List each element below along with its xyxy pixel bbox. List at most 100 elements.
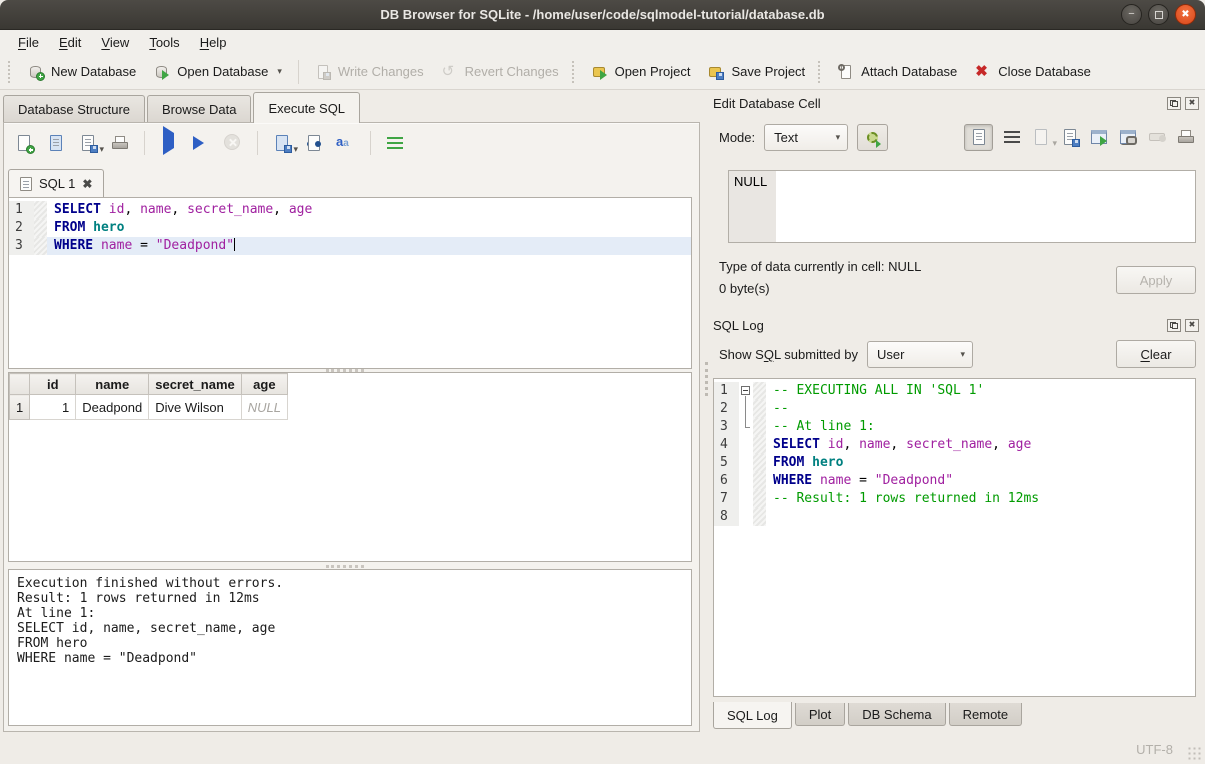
export-data-icon[interactable] (1060, 127, 1080, 147)
sql-file-icon (20, 177, 32, 191)
cell-editor[interactable]: NULL (728, 170, 1196, 243)
code-line[interactable]: 3-- At line 1: (714, 418, 1195, 436)
sql-editor[interactable]: 1SELECT id, name, secret_name, age2FROM … (8, 197, 692, 369)
vertical-splitter[interactable] (703, 90, 710, 734)
fold-margin (739, 490, 753, 508)
attach-database-button[interactable]: Attach Database (829, 59, 966, 85)
column-header-age[interactable]: age (241, 374, 287, 395)
link-cell-icon[interactable] (1118, 127, 1138, 147)
float-dock-icon[interactable] (1167, 97, 1181, 110)
code-line[interactable]: 2FROM hero (9, 219, 691, 237)
toolbar-separator (257, 131, 258, 155)
code-line[interactable]: 5FROM hero (714, 454, 1195, 472)
save-project-icon (708, 64, 724, 80)
open-external-icon[interactable] (1089, 127, 1109, 147)
close-database-button[interactable]: ✖ Close Database (966, 59, 1100, 85)
close-dock-icon[interactable]: ✖ (1185, 319, 1199, 332)
export-results-icon[interactable]: ▾ (272, 133, 292, 153)
close-dock-icon[interactable]: ✖ (1185, 97, 1199, 110)
panel-tab-db-schema[interactable]: DB Schema (848, 703, 945, 726)
menu-edit[interactable]: Edit (49, 32, 91, 53)
word-wrap-icon[interactable] (385, 133, 405, 153)
revert-changes-button[interactable]: ↺ Revert Changes (433, 59, 568, 85)
menu-view[interactable]: View (91, 32, 139, 53)
column-header-secret-name[interactable]: secret_name (149, 374, 242, 395)
new-sql-tab-icon[interactable] (14, 133, 34, 153)
code-line[interactable]: 1SELECT id, name, secret_name, age (9, 201, 691, 219)
panel-tab-remote[interactable]: Remote (949, 703, 1023, 726)
execute-all-icon[interactable] (159, 133, 179, 153)
save-sql-file-icon[interactable]: ▾ (78, 133, 98, 153)
editor-margin (753, 454, 766, 472)
filter-label: Show SQL submitted by (719, 347, 858, 362)
line-number: 2 (714, 400, 739, 418)
open-database-button[interactable]: Open Database ▾ (145, 59, 291, 85)
code-line[interactable]: 4SELECT id, name, secret_name, age (714, 436, 1195, 454)
editor-margin (753, 472, 766, 490)
toolbar-grip[interactable] (818, 61, 823, 83)
menu-help[interactable]: Help (190, 32, 237, 53)
apply-button[interactable]: Apply (1116, 266, 1196, 294)
cell-mode-row: Mode: Text ▾ ▾ (719, 123, 1196, 151)
float-dock-icon[interactable] (1167, 319, 1181, 332)
auto-switch-mode-button[interactable] (857, 124, 888, 151)
tab-browse-data[interactable]: Browse Data (147, 95, 251, 122)
sql-log-view[interactable]: 1-- EXECUTING ALL IN 'SQL 1'2--3-- At li… (713, 378, 1196, 697)
cell-age[interactable]: NULL (241, 395, 287, 420)
fold-marker[interactable] (739, 382, 753, 400)
open-project-icon (592, 64, 608, 80)
print-icon[interactable] (1176, 127, 1196, 147)
word-wrap-icon[interactable] (1002, 127, 1022, 147)
column-header-id[interactable]: id (30, 374, 76, 395)
execution-message[interactable]: Execution finished without errors. Resul… (8, 569, 692, 726)
close-button[interactable]: ✖ (1175, 4, 1196, 25)
open-project-button[interactable]: Open Project (583, 59, 700, 85)
code-line[interactable]: 3WHERE name = "Deadpond" (9, 237, 691, 255)
column-header-name[interactable]: name (76, 374, 149, 395)
import-data-icon[interactable]: ▾ (1031, 127, 1051, 147)
corner-header[interactable] (10, 374, 30, 395)
cell-secret-name[interactable]: Dive Wilson (149, 395, 242, 420)
main-tab-bar: Database Structure Browse Data Execute S… (3, 90, 362, 123)
new-database-button[interactable]: New Database (19, 59, 145, 85)
execute-line-icon[interactable] (191, 133, 211, 153)
print-icon[interactable] (110, 133, 130, 153)
cell-name[interactable]: Deadpond (76, 395, 149, 420)
text-mode-button[interactable] (964, 124, 993, 151)
panel-tab-plot[interactable]: Plot (795, 703, 845, 726)
cell-id[interactable]: 1 (30, 395, 76, 420)
minimize-button[interactable]: − (1121, 4, 1142, 25)
code-line[interactable]: 6WHERE name = "Deadpond" (714, 472, 1195, 490)
tab-database-structure[interactable]: Database Structure (3, 95, 145, 122)
stop-icon[interactable] (223, 133, 243, 153)
open-database-dropdown-icon[interactable]: ▾ (277, 66, 282, 77)
close-tab-icon[interactable]: ✖ (82, 177, 92, 191)
menu-tools[interactable]: Tools (139, 32, 189, 53)
submitted-by-select[interactable]: User ▾ (867, 341, 973, 368)
cell-value: NULL (734, 174, 767, 189)
panel-tab-sql-log[interactable]: SQL Log (713, 702, 792, 729)
open-sql-file-icon[interactable] (46, 133, 66, 153)
code-line[interactable]: 1-- EXECUTING ALL IN 'SQL 1' (714, 382, 1195, 400)
format-sql-icon[interactable]: aa (336, 133, 356, 153)
splitter-handle[interactable] (326, 565, 364, 568)
find-icon[interactable] (304, 133, 324, 153)
code-line[interactable]: 7-- Result: 1 rows returned in 12ms (714, 490, 1195, 508)
maximize-button[interactable] (1148, 4, 1169, 25)
menu-file[interactable]: File (8, 32, 49, 53)
sql-1-tab[interactable]: SQL 1 ✖ (8, 169, 104, 197)
editor-margin (753, 382, 766, 400)
save-project-button[interactable]: Save Project (699, 59, 814, 85)
tab-execute-sql[interactable]: Execute SQL (253, 92, 360, 123)
set-null-icon[interactable] (1147, 127, 1167, 147)
row-header[interactable]: 1 (10, 395, 30, 420)
toolbar-grip[interactable] (8, 61, 13, 83)
code-line[interactable]: 8 (714, 508, 1195, 526)
window-title: DB Browser for SQLite - /home/user/code/… (380, 7, 824, 22)
mode-select[interactable]: Text ▾ (764, 124, 848, 151)
write-changes-button[interactable]: Write Changes (306, 59, 433, 85)
clear-log-button[interactable]: Clear (1116, 340, 1196, 368)
toolbar-grip[interactable] (572, 61, 577, 83)
code-line[interactable]: 2-- (714, 400, 1195, 418)
resize-grip[interactable] (1187, 746, 1202, 761)
